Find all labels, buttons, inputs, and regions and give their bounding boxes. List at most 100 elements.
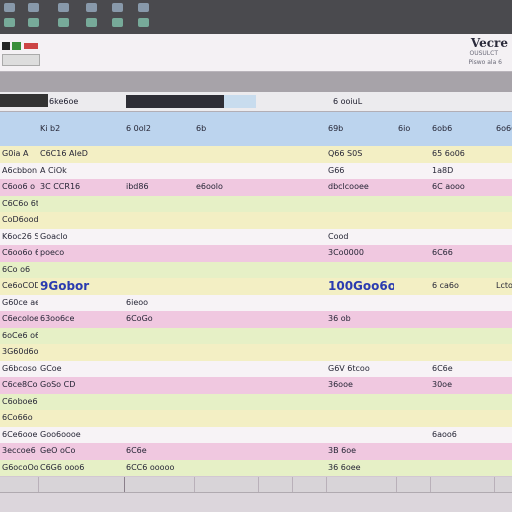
- row-label[interactable]: C6ce8Cooo: [2, 380, 38, 390]
- row-label[interactable]: 6Co66o: [2, 413, 38, 423]
- table-row[interactable]: CoD6ood 6o: [0, 212, 512, 230]
- table-cell[interactable]: 6C66: [432, 248, 494, 258]
- toolbar-icon[interactable]: [24, 43, 38, 49]
- table-row[interactable]: G60ce ae 6ieoo: [0, 294, 512, 312]
- ribbon-tab[interactable]: [0, 94, 48, 107]
- app-icon[interactable]: [86, 18, 97, 27]
- row-label[interactable]: G60ce ae: [2, 298, 38, 308]
- row-label[interactable]: Ce6oCOD: [2, 281, 38, 291]
- table-row[interactable]: C6oboe6o: [0, 393, 512, 411]
- table-cell[interactable]: ibd86: [126, 182, 194, 192]
- app-icon[interactable]: [112, 18, 123, 27]
- table-row[interactable]: G6ocoOooC6G6 ooo66CC6 ooooo 36 6oee: [0, 459, 512, 477]
- toolbar-field[interactable]: [2, 54, 40, 66]
- table-cell[interactable]: Goo6oooe: [40, 430, 124, 440]
- table-cell[interactable]: GeO oCo: [40, 446, 124, 456]
- table-cell[interactable]: 36 6oee: [328, 463, 394, 473]
- row-label[interactable]: CoD6ood 6o: [2, 215, 38, 225]
- row-label[interactable]: C6oo6o 6o: [2, 248, 38, 258]
- row-label[interactable]: G6bcoso: [2, 364, 38, 374]
- table-cell[interactable]: poeco: [40, 248, 124, 258]
- row-label[interactable]: 6Co o6: [2, 265, 38, 275]
- column-header[interactable]: 6ob6: [432, 124, 494, 134]
- row-label[interactable]: G6ocoOoo: [2, 463, 38, 473]
- table-row[interactable]: G0ia A C6C16 AIeD Q66 S0S 65 6o06: [0, 146, 512, 164]
- column-header[interactable]: 69b: [328, 124, 394, 134]
- table-cell[interactable]: dbclcooee: [328, 182, 394, 192]
- table-cell[interactable]: A CiOk: [40, 166, 124, 176]
- table-row[interactable]: 6Co66o: [0, 410, 512, 428]
- app-icon[interactable]: [28, 18, 39, 27]
- table-cell[interactable]: 3B 6oe: [328, 446, 394, 456]
- toolbar-icon[interactable]: [2, 42, 10, 50]
- table-cell[interactable]: 6 ca6o: [432, 281, 494, 291]
- app-icon[interactable]: [112, 3, 123, 12]
- row-label[interactable]: 3eccoe6: [2, 446, 38, 456]
- table-cell[interactable]: 3C CCR16: [40, 182, 124, 192]
- table-cell[interactable]: G6V 6tcoo: [328, 364, 394, 374]
- table-cell[interactable]: Cood: [328, 232, 394, 242]
- column-header[interactable]: 6o66: [496, 124, 512, 134]
- table-row[interactable]: K6oc26 SooGoaclo Cood: [0, 228, 512, 246]
- row-label[interactable]: C6ecoloe: [2, 314, 38, 324]
- column-header[interactable]: Ki b2: [40, 124, 124, 134]
- row-label[interactable]: A6cbbon aroa: [2, 166, 38, 176]
- row-label[interactable]: C6oo6 o: [2, 182, 38, 192]
- app-icon[interactable]: [58, 18, 69, 27]
- table-row[interactable]: G6bcoso GCoe G6V 6tcoo 6C6e: [0, 360, 512, 378]
- table-cell[interactable]: 36ooe: [328, 380, 394, 390]
- table-cell[interactable]: 6C aooo: [432, 182, 494, 192]
- table-cell[interactable]: 9Gobor: [40, 281, 124, 291]
- table-row[interactable]: Ce6oCOD9Gobor 100Goo6oor 6 ca6oLcto: [0, 278, 512, 296]
- table-cell[interactable]: 6C6e: [126, 446, 194, 456]
- table-cell[interactable]: 6C6e: [432, 364, 494, 374]
- table-cell[interactable]: 6ieoo: [126, 298, 194, 308]
- ribbon-button[interactable]: [126, 95, 228, 108]
- table-cell[interactable]: Lcto: [496, 281, 512, 291]
- row-label[interactable]: G0ia A: [2, 149, 38, 159]
- table-cell[interactable]: Goaclo: [40, 232, 124, 242]
- table-row[interactable]: 6Ce6ooe Goo6oooe 6aoo6: [0, 426, 512, 444]
- app-icon[interactable]: [4, 3, 15, 12]
- table-cell[interactable]: e6oolo: [196, 182, 258, 192]
- app-icon[interactable]: [28, 3, 39, 12]
- table-cell[interactable]: 65 6o06: [432, 149, 494, 159]
- table-row[interactable]: 3eccoe6 GeO oCo 6C6e 3B 6oe: [0, 443, 512, 461]
- row-label[interactable]: 6oCe6 o6: [2, 331, 38, 341]
- ribbon-button[interactable]: [224, 95, 256, 108]
- row-label[interactable]: C6oboe6o: [2, 397, 38, 407]
- table-cell[interactable]: C6C16 AIeD: [40, 149, 124, 159]
- ribbon-center-label[interactable]: 6 ooiuL: [330, 95, 446, 108]
- table-cell[interactable]: GoSo CD: [40, 380, 124, 390]
- table-cell[interactable]: 1a8D: [432, 166, 494, 176]
- app-icon[interactable]: [4, 18, 15, 27]
- table-cell[interactable]: 6CoGo: [126, 314, 194, 324]
- table-cell[interactable]: 3Co0000: [328, 248, 394, 258]
- table-row[interactable]: 3G60d6o: [0, 344, 512, 362]
- table-row[interactable]: A6cbbon aroaA CiOk G66 1a8D: [0, 162, 512, 180]
- row-label[interactable]: 6Ce6ooe: [2, 430, 38, 440]
- table-cell[interactable]: GCoe: [40, 364, 124, 374]
- table-row[interactable]: 6oCe6 o6: [0, 327, 512, 345]
- table-row[interactable]: C6oo6 o 3C CCR16 ibd86 e6oolo dbclcooee 6C ao…: [0, 179, 512, 197]
- table-row[interactable]: C6ecoloe 63oo6ce 6CoGo 36 ob: [0, 311, 512, 329]
- row-label[interactable]: K6oc26 Soo: [2, 232, 38, 242]
- ribbon-left-label[interactable]: 6ke6oe: [46, 95, 126, 108]
- column-header[interactable]: 6io: [398, 124, 430, 134]
- app-icon[interactable]: [138, 3, 149, 12]
- column-header[interactable]: 6 0ol2: [126, 124, 194, 134]
- row-label[interactable]: C6C6o 6ta: [2, 199, 38, 209]
- table-cell[interactable]: G66: [328, 166, 394, 176]
- column-header[interactable]: 6b: [196, 124, 258, 134]
- app-icon[interactable]: [138, 18, 149, 27]
- table-row[interactable]: 6Co o6: [0, 261, 512, 279]
- table-cell[interactable]: 63oo6ce: [40, 314, 124, 324]
- table-row[interactable]: C6oo6o 6opoeco 3Co0000 6C66: [0, 245, 512, 263]
- table-cell[interactable]: 30oe: [432, 380, 494, 390]
- table-cell[interactable]: 100Goo6oor: [328, 281, 394, 291]
- table-cell[interactable]: Q66 S0S: [328, 149, 394, 159]
- table-cell[interactable]: 6CC6 ooooo: [126, 463, 194, 473]
- table-row[interactable]: C6C6o 6ta: [0, 195, 512, 213]
- row-label[interactable]: 3G60d6o: [2, 347, 38, 357]
- table-cell[interactable]: C6G6 ooo6: [40, 463, 124, 473]
